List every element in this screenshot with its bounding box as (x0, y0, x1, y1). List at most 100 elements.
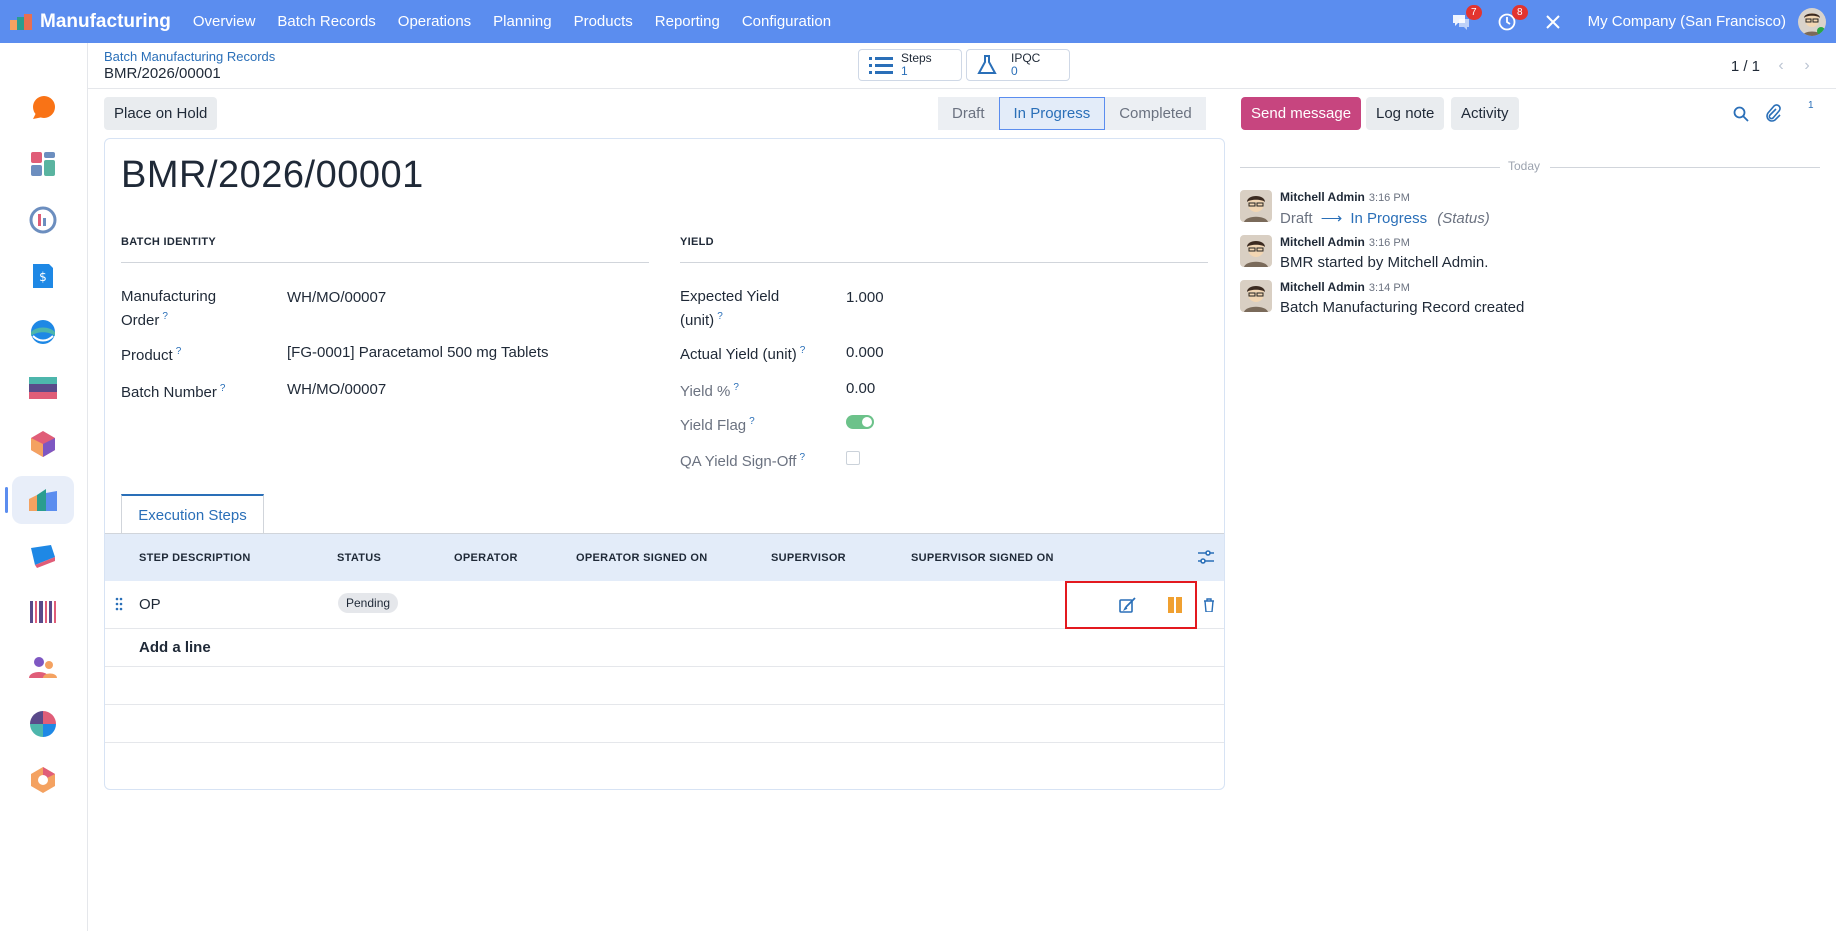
edit-icon[interactable] (1119, 597, 1137, 613)
debug-tools-button[interactable] (1542, 11, 1564, 33)
sidebar-app-invoicing[interactable]: $ (26, 259, 60, 293)
pause-icon[interactable] (1167, 597, 1183, 613)
search-icon[interactable] (1733, 106, 1749, 122)
sidebar-app-employees[interactable] (26, 651, 60, 685)
field-label-batch-number: Batch Number? (121, 379, 225, 403)
ipqc-smart-button[interactable]: IPQC 0 (966, 49, 1070, 81)
menu-operations[interactable]: Operations (398, 13, 471, 30)
expected-yield-value[interactable]: 1.000 (846, 289, 884, 306)
optional-columns-icon[interactable] (1198, 550, 1214, 564)
help-icon[interactable]: ? (799, 452, 805, 463)
sidebar-app-quality[interactable] (26, 539, 60, 573)
author-name[interactable]: Mitchell Admin (1280, 235, 1365, 249)
author-avatar-icon (1244, 241, 1268, 267)
app-brand[interactable]: Manufacturing (10, 11, 171, 33)
column-operator[interactable]: OPERATOR (454, 552, 518, 564)
status-completed[interactable]: Completed (1105, 97, 1206, 130)
app-sidebar: $ (0, 43, 88, 931)
author-name[interactable]: Mitchell Admin (1280, 190, 1365, 204)
tracking-old-value: Draft (1280, 210, 1313, 227)
menu-reporting[interactable]: Reporting (655, 13, 720, 30)
help-icon[interactable]: ? (220, 383, 226, 394)
pager-next-icon[interactable]: › (1794, 53, 1820, 79)
author-avatar[interactable] (1240, 235, 1272, 267)
messages-badge: 7 (1466, 4, 1482, 20)
menu-overview[interactable]: Overview (193, 13, 256, 30)
record-title: BMR/2026/00001 (121, 154, 424, 196)
author-avatar[interactable] (1240, 190, 1272, 222)
field-label-yield-flag: Yield Flag? (680, 412, 755, 436)
drag-handle-icon[interactable] (115, 597, 123, 611)
breadcrumb-parent[interactable]: Batch Manufacturing Records (104, 49, 275, 64)
status-in-progress[interactable]: In Progress (998, 97, 1106, 130)
actual-yield-value[interactable]: 0.000 (846, 344, 884, 361)
empty-row (105, 743, 1224, 781)
column-status[interactable]: STATUS (337, 552, 381, 564)
messages-button[interactable]: 7 (1450, 4, 1482, 33)
manufacturing-order-value[interactable]: WH/MO/00007 (287, 289, 386, 306)
sidebar-app-accounting[interactable] (26, 371, 60, 405)
delete-row-icon[interactable] (1203, 598, 1215, 612)
column-step-description[interactable]: STEP DESCRIPTION (139, 552, 251, 564)
svg-text:$: $ (39, 270, 47, 284)
sidebar-app-settings[interactable] (26, 763, 60, 797)
sidebar-app-manufacturing[interactable] (26, 483, 60, 517)
step-description-cell[interactable]: OP (139, 596, 161, 613)
help-icon[interactable]: ? (800, 345, 806, 356)
message-author: Mitchell Admin 3:16 PM (1280, 190, 1410, 204)
sidebar-app-website[interactable] (26, 315, 60, 349)
place-on-hold-button[interactable]: Place on Hold (104, 97, 218, 130)
author-avatar[interactable] (1240, 280, 1272, 312)
followers-count[interactable]: 1 (1808, 100, 1814, 111)
chatter-panel: Send message Log note Activity 1 Today M… (1240, 89, 1836, 931)
form-sheet: BMR/2026/00001 BATCH IDENTITY YIELD Manu… (104, 138, 1225, 790)
empty-row (105, 667, 1224, 705)
yield-pct-value: 0.00 (846, 380, 876, 397)
column-supervisor-signed-on[interactable]: SUPERVISOR SIGNED ON (911, 552, 1054, 564)
sidebar-app-inventory[interactable] (26, 427, 60, 461)
section-yield: YIELD (680, 236, 714, 248)
status-draft[interactable]: Draft (938, 97, 999, 130)
company-switcher[interactable]: My Company (San Francisco) (1588, 13, 1786, 30)
table-row[interactable]: OP Pending (105, 581, 1224, 629)
table-header: STEP DESCRIPTION STATUS OPERATOR OPERATO… (105, 533, 1224, 581)
sidebar-app-crm[interactable] (26, 203, 60, 237)
sidebar-app-dashboards[interactable] (26, 147, 60, 181)
tab-execution-steps[interactable]: Execution Steps (121, 494, 264, 534)
pager-previous-icon[interactable]: ‹ (1768, 53, 1794, 79)
tracking-field: (Status) (1437, 210, 1490, 227)
activities-button[interactable]: 8 (1496, 4, 1528, 33)
field-label-yield-pct: Yield %? (680, 378, 739, 402)
steps-smart-button[interactable]: Steps 1 (858, 49, 962, 81)
help-icon[interactable]: ? (733, 382, 739, 393)
menu-planning[interactable]: Planning (493, 13, 551, 30)
help-icon[interactable]: ? (717, 311, 723, 322)
add-line-link[interactable]: Add a line (139, 639, 211, 656)
help-icon[interactable]: ? (176, 346, 182, 357)
activity-button[interactable]: Activity (1451, 97, 1519, 130)
accounting-app-icon (29, 377, 57, 399)
send-message-button[interactable]: Send message (1241, 97, 1362, 130)
help-icon[interactable]: ? (749, 416, 755, 427)
sidebar-app-discuss[interactable] (26, 91, 60, 125)
user-avatar[interactable] (1798, 7, 1826, 36)
author-name[interactable]: Mitchell Admin (1280, 280, 1365, 294)
tools-icon (1545, 14, 1560, 29)
menu-batch-records[interactable]: Batch Records (277, 13, 375, 30)
status-bar: Draft In Progress Completed (938, 97, 1206, 130)
paperclip-icon[interactable] (1765, 104, 1781, 122)
column-operator-signed-on[interactable]: OPERATOR SIGNED ON (576, 552, 708, 564)
menu-products[interactable]: Products (574, 13, 633, 30)
sidebar-app-barcode[interactable] (26, 595, 60, 629)
qa-signoff-checkbox (846, 451, 860, 465)
column-supervisor[interactable]: SUPERVISOR (771, 552, 846, 564)
field-label-qa-signoff: QA Yield Sign-Off? (680, 448, 805, 472)
sidebar-app-reporting[interactable] (26, 707, 60, 741)
product-value[interactable]: [FG-0001] Paracetamol 500 mg Tablets (287, 344, 549, 361)
help-icon[interactable]: ? (162, 311, 168, 322)
batch-number-value[interactable]: WH/MO/00007 (287, 381, 386, 398)
log-note-button[interactable]: Log note (1366, 97, 1445, 130)
manufacturing-order-label: Manufacturing Order (121, 288, 217, 329)
menu-configuration[interactable]: Configuration (742, 13, 831, 30)
pager-value[interactable]: 1 / 1 (1731, 58, 1760, 75)
